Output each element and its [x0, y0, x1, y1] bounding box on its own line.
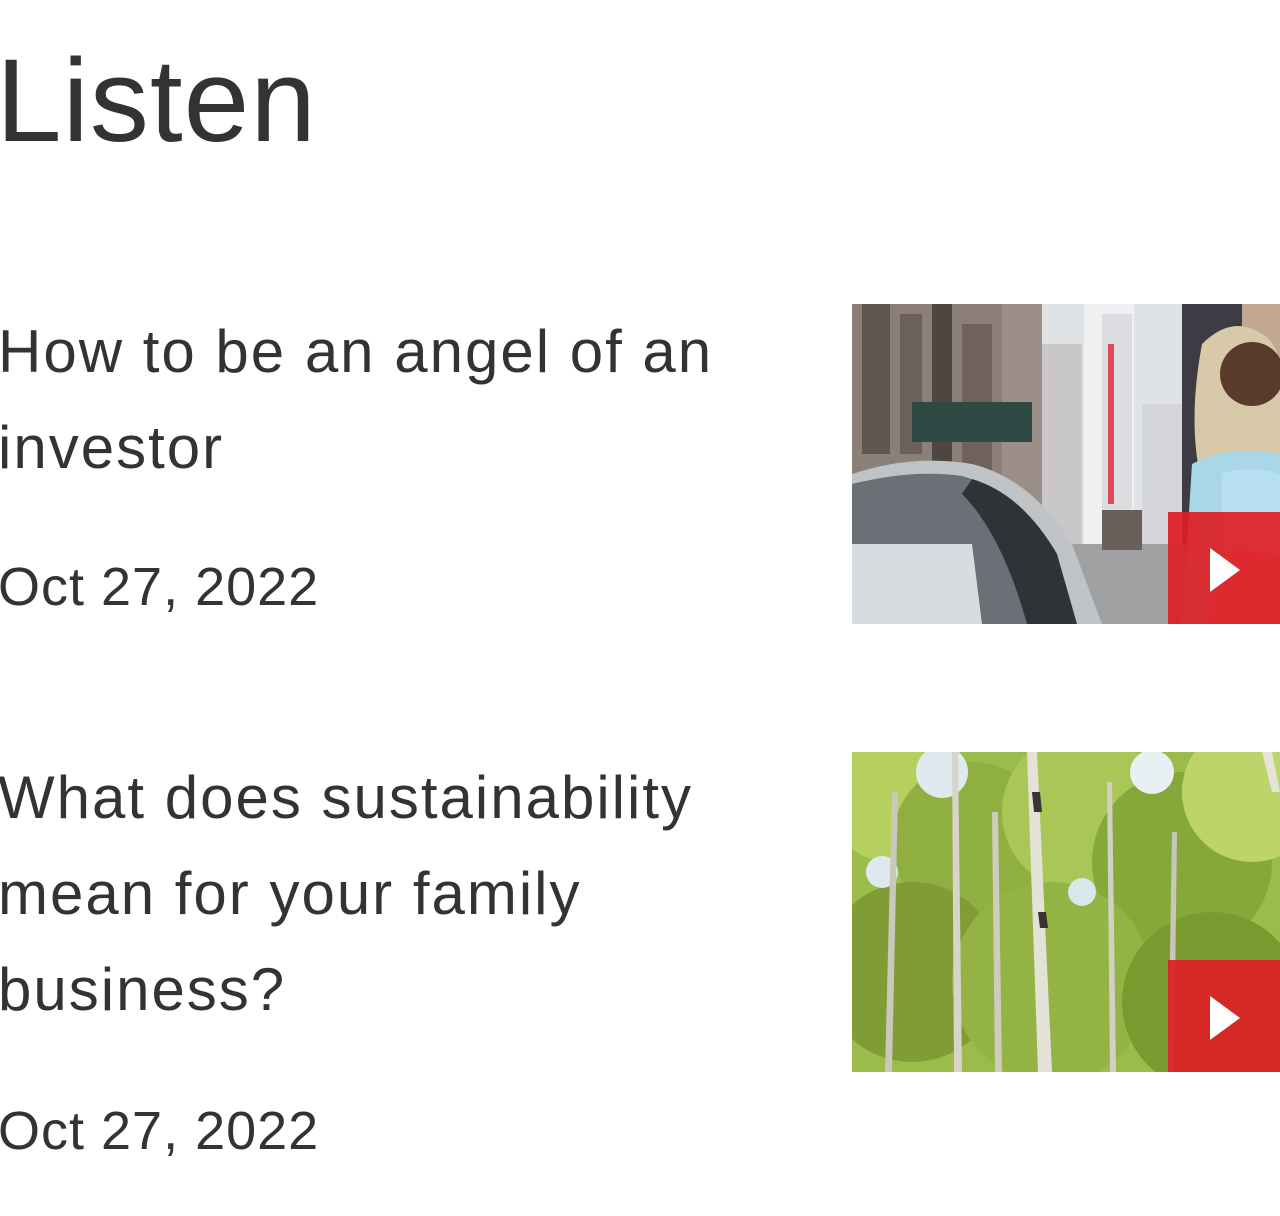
play-button[interactable] — [1168, 512, 1280, 624]
podcast-thumbnail[interactable] — [852, 752, 1280, 1072]
play-button[interactable] — [1168, 960, 1280, 1072]
podcast-date: Oct 27, 2022 — [0, 557, 320, 617]
play-icon — [1210, 996, 1240, 1040]
podcast-title-link[interactable]: What does sustainability mean for your f… — [0, 750, 818, 1038]
play-icon — [1210, 548, 1240, 592]
podcast-thumbnail[interactable] — [852, 304, 1280, 624]
podcast-card: How to be an angel of an investor Oct 27… — [0, 304, 1280, 624]
podcast-date: Oct 27, 2022 — [0, 1101, 320, 1161]
podcast-title-link[interactable]: How to be an angel of an investor — [0, 304, 818, 496]
podcast-card: What does sustainability mean for your f… — [0, 752, 1280, 1172]
page-title: Listen — [0, 35, 317, 167]
